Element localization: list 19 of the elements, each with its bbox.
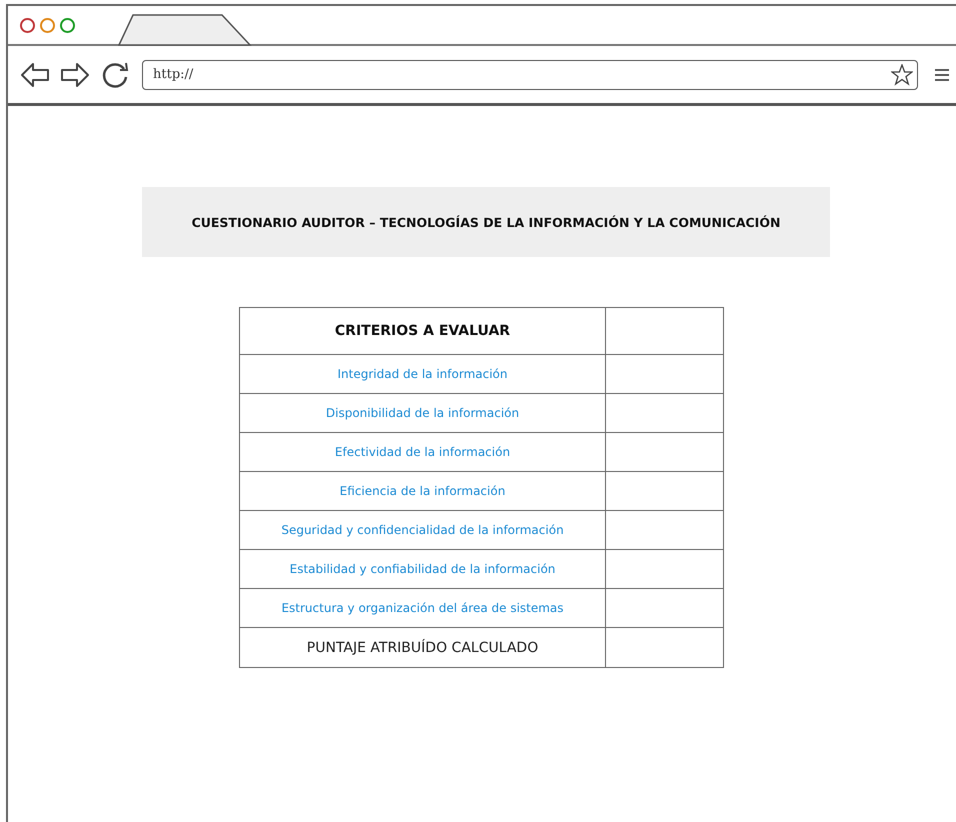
menu-icon[interactable] [934, 68, 950, 82]
address-field[interactable]: http:// [142, 60, 918, 90]
criterion-link[interactable]: Estructura y organización del área de sistemas [240, 588, 606, 628]
column-header: CRITERIOS A EVALUAR [240, 308, 606, 354]
criterion-link[interactable]: Seguridad y confidencialidad de la información [240, 510, 606, 550]
browser-tab[interactable] [118, 14, 252, 46]
criterion-link[interactable]: Efectividad de la información [240, 432, 606, 472]
minimize-window-icon[interactable] [40, 18, 55, 32]
criterion-link[interactable]: Estabilidad y confiabilidad de la información [240, 550, 606, 588]
criterion-link[interactable]: Disponibilidad de la información [240, 394, 606, 432]
forward-icon[interactable] [60, 62, 90, 88]
criterion-link[interactable]: Eficiencia de la información [240, 472, 606, 510]
back-icon[interactable] [20, 62, 50, 88]
page-title: CUESTIONARIO AUDITOR – TECNOLOGÍAS DE LA INFORMACIÓN Y LA COMUNICACIÓN [192, 214, 780, 230]
close-window-icon[interactable] [20, 18, 35, 32]
criterion-link[interactable]: Integridad de la información [240, 354, 606, 394]
total-label: PUNTAJE ATRIBUÍDO CALCULADO [240, 628, 606, 668]
star-icon[interactable] [891, 64, 913, 86]
maximize-window-icon[interactable] [60, 18, 75, 32]
